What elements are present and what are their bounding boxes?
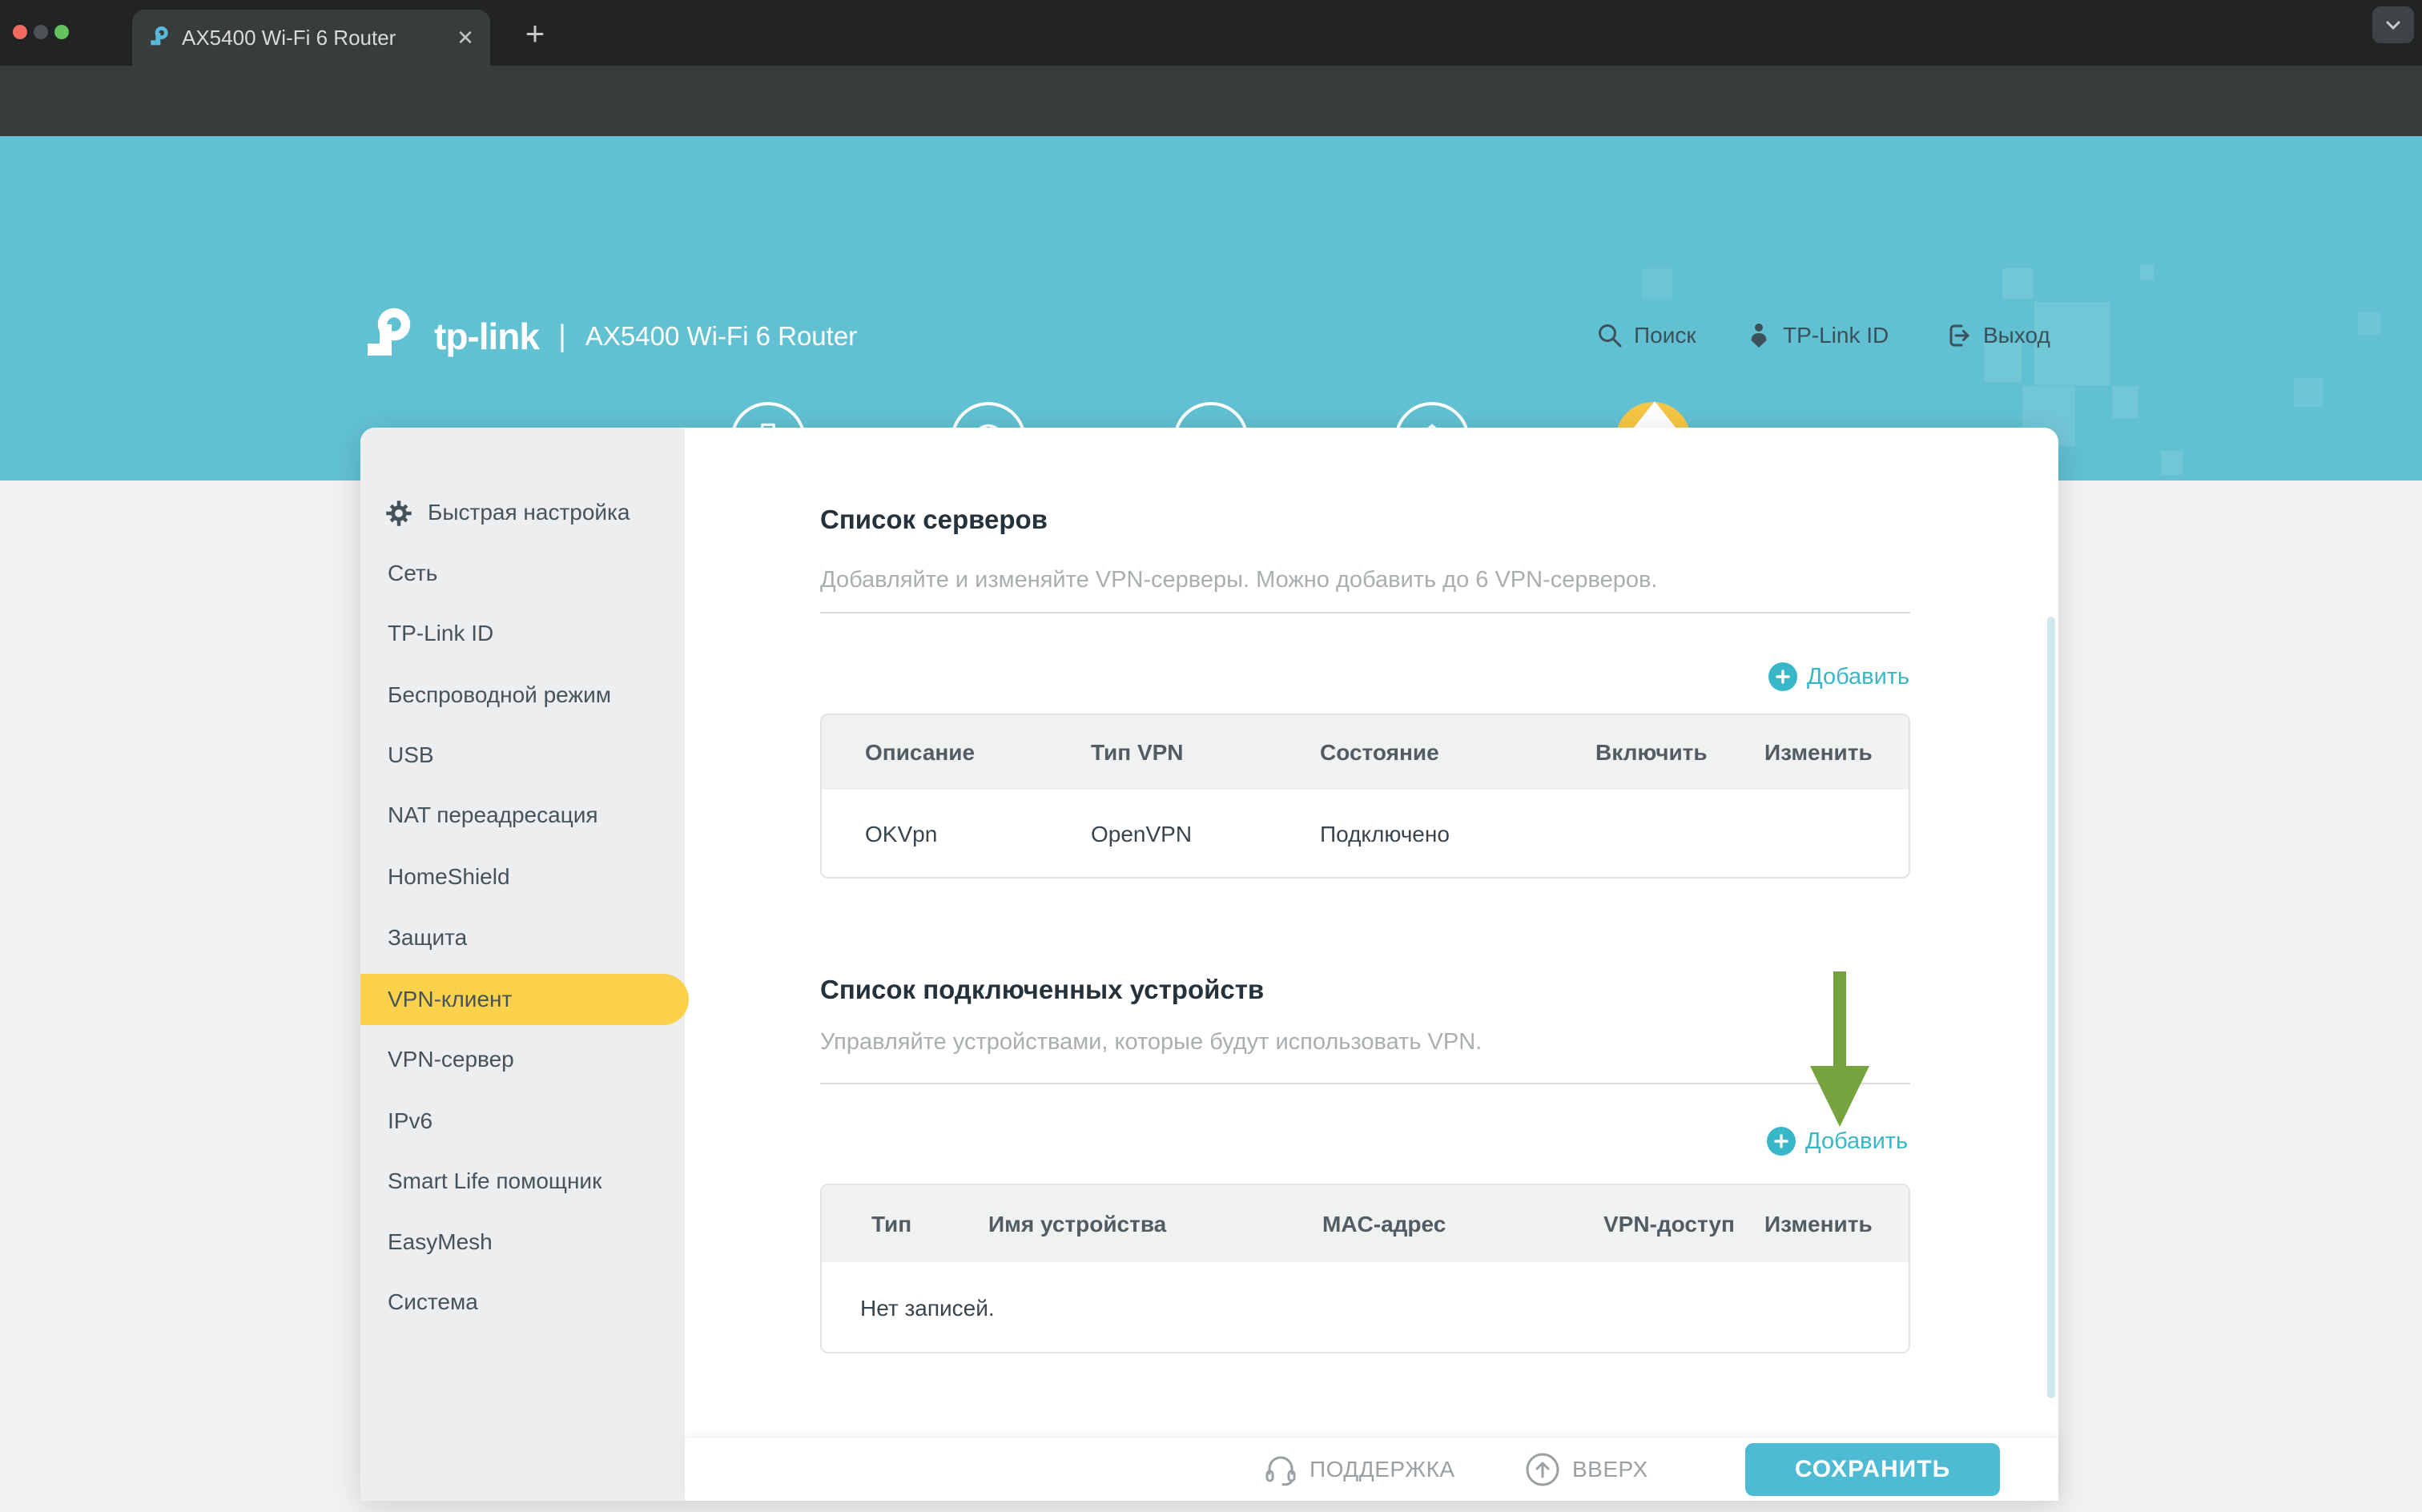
minimize-window-button[interactable] <box>34 25 48 39</box>
tplink-logo-icon <box>360 304 418 368</box>
sidebar-item-security[interactable]: Защита <box>360 912 685 963</box>
column-header-modify: Изменить <box>1764 1212 1873 1237</box>
chevron-down-icon <box>2383 14 2404 35</box>
divider <box>820 612 1910 613</box>
sidebar: Быстрая настройка Сеть TP-Link ID Беспро… <box>360 428 685 1501</box>
close-window-button[interactable] <box>13 25 27 39</box>
tab-close-icon[interactable]: ✕ <box>451 23 480 52</box>
add-server-button[interactable]: Добавить <box>1768 662 1909 691</box>
deco-square <box>1642 268 1672 299</box>
sidebar-item-usb[interactable]: USB <box>360 730 685 781</box>
sidebar-item-homeshield[interactable]: HomeShield <box>360 851 685 903</box>
device-table: Тип Имя устройства MAC-адрес VPN-доступ … <box>820 1184 1910 1353</box>
sidebar-item-vpn-server[interactable]: VPN-сервер <box>360 1034 685 1085</box>
sidebar-item-network[interactable]: Сеть <box>360 548 685 599</box>
deco-square <box>2358 312 2380 335</box>
search-button[interactable]: Поиск <box>1595 317 1696 354</box>
server-table-header: Описание Тип VPN Состояние Включить Изме… <box>822 715 1909 790</box>
screen: AX5400 Wi-Fi 6 Router ✕ + Not Secure tpl… <box>0 0 2422 1512</box>
tab-search-chevron-button[interactable] <box>2372 6 2414 43</box>
save-button[interactable]: СОХРАНИТЬ <box>1745 1443 2000 1496</box>
empty-table-message: Нет записей. <box>860 1296 995 1321</box>
sidebar-item-system[interactable]: Система <box>360 1277 685 1328</box>
sidebar-item-ipv6[interactable]: IPv6 <box>360 1096 685 1147</box>
up-label: ВВЕРХ <box>1572 1457 1648 1482</box>
browser-tab[interactable]: AX5400 Wi-Fi 6 Router ✕ <box>132 10 490 66</box>
column-header-enable: Включить <box>1595 740 1708 766</box>
tplink-favicon <box>147 25 172 50</box>
sidebar-item-wireless[interactable]: Беспроводной режим <box>360 670 685 721</box>
panel-footer: ПОДДЕРЖКА ВВЕРХ СОХРАНИТЬ <box>685 1438 2058 1501</box>
new-tab-button[interactable]: + <box>513 13 557 58</box>
logout-label: Выход <box>1983 323 2050 348</box>
sidebar-item-nat-forwarding[interactable]: NAT переадресация <box>360 790 685 841</box>
add-device-label: Добавить <box>1805 1128 1908 1155</box>
arrow-up-circle-icon <box>1524 1451 1561 1488</box>
column-header-status: Состояние <box>1320 740 1439 766</box>
column-header-modify: Изменить <box>1764 740 1873 766</box>
headset-icon <box>1263 1452 1298 1487</box>
server-table: Описание Тип VPN Состояние Включить Изме… <box>820 714 1910 879</box>
cell-status: Подключено <box>1320 822 1450 847</box>
search-label: Поиск <box>1634 323 1696 348</box>
column-header-vpn-access: VPN-доступ <box>1603 1212 1735 1237</box>
column-header-device-name: Имя устройства <box>988 1212 1166 1237</box>
panel-pointer-triangle <box>1633 401 1676 428</box>
plus-circle-icon <box>1768 662 1797 691</box>
person-icon <box>1744 321 1773 350</box>
zoom-window-button[interactable] <box>54 25 69 39</box>
add-device-button[interactable]: Добавить <box>1767 1127 1908 1156</box>
browser-tab-strip: AX5400 Wi-Fi 6 Router ✕ + <box>0 0 2422 66</box>
column-header-description: Описание <box>865 740 975 766</box>
logout-button[interactable]: Выход <box>1945 317 2050 354</box>
deco-square <box>2294 378 2323 407</box>
divider <box>820 1083 1910 1084</box>
settings-panel: Быстрая настройка Сеть TP-Link ID Беспро… <box>360 428 2058 1501</box>
device-table-header: Тип Имя устройства MAC-адрес VPN-доступ … <box>822 1185 1909 1262</box>
add-server-label: Добавить <box>1807 664 1909 690</box>
support-label: ПОДДЕРЖКА <box>1310 1457 1455 1482</box>
sidebar-item-vpn-client[interactable]: VPN-клиент <box>360 974 689 1025</box>
tab-title: AX5400 Wi-Fi 6 Router <box>182 10 396 66</box>
green-arrow-head <box>1810 1066 1869 1127</box>
logout-icon <box>1945 321 1973 350</box>
brand-divider: | <box>555 320 569 354</box>
cell-vpn-type: OpenVPN <box>1091 822 1192 847</box>
device-list-description: Управляйте устройствами, которые будут и… <box>820 1029 1482 1056</box>
browser-toolbar: Not Secure tplinkwifi.net/webpages/index… <box>0 66 2422 136</box>
scroll-to-top-button[interactable]: ВВЕРХ <box>1524 1438 1648 1501</box>
sidebar-item-tplink-id[interactable]: TP-Link ID <box>360 608 685 659</box>
server-list-description: Добавляйте и изменяйте VPN-серверы. Можн… <box>820 567 1657 593</box>
server-list-title: Список серверов <box>820 505 1048 535</box>
sidebar-item-smart-life[interactable]: Smart Life помощник <box>360 1156 685 1207</box>
router-model-title: AX5400 Wi-Fi 6 Router <box>585 321 857 352</box>
deco-square <box>2161 451 2183 475</box>
column-header-vpn-type: Тип VPN <box>1091 740 1184 766</box>
support-button[interactable]: ПОДДЕРЖКА <box>1263 1438 1455 1501</box>
deco-square <box>2140 264 2154 280</box>
green-arrow-annotation <box>1833 971 1846 1068</box>
device-table-empty-row: Нет записей. <box>822 1262 1909 1352</box>
device-list-title: Список подключенных устройств <box>820 975 1264 1005</box>
column-header-type: Тип <box>871 1212 911 1237</box>
plus-circle-icon <box>1767 1127 1796 1156</box>
sidebar-item-easymesh[interactable]: EasyMesh <box>360 1216 685 1268</box>
search-icon <box>1595 321 1624 350</box>
brand-row: tp-link | AX5400 Wi-Fi 6 Router <box>360 304 857 368</box>
deco-square <box>2112 386 2138 418</box>
column-header-mac: MAC-адрес <box>1322 1212 1446 1237</box>
tplink-id-label: TP-Link ID <box>1783 323 1889 348</box>
cell-description: OKVpn <box>865 822 937 847</box>
tplink-id-button[interactable]: TP-Link ID <box>1744 317 1889 354</box>
panel-scrollbar[interactable] <box>2047 617 2055 1398</box>
brand-name: tp-link <box>434 315 539 358</box>
deco-square <box>2002 268 2033 299</box>
server-table-row: OKVpn OpenVPN Подключено ? <box>822 790 1909 877</box>
sidebar-item-quick-setup[interactable]: Быстрая настройка <box>360 487 685 538</box>
